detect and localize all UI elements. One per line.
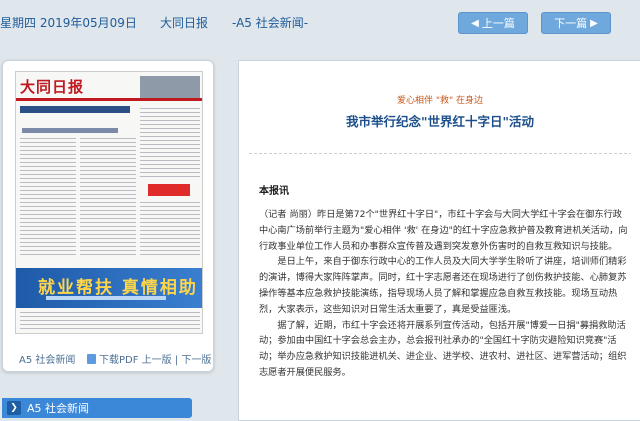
paper-name[interactable]: 大同日报: [160, 14, 208, 31]
article-body: （记者 尚丽）昨日是第72个"世界红十字日"，市红十字会与大同大学红十字会在御东…: [259, 207, 629, 381]
thumbnail-red-rule: [16, 98, 202, 101]
sidebar-item-label: A5 社会新闻: [27, 402, 90, 415]
next-article-button[interactable]: 下一篇 ▶: [541, 12, 611, 34]
next-article-label: 下一篇: [554, 17, 588, 30]
pdf-actions: 下载PDF 上一版 | 下一版: [87, 351, 211, 366]
thumbnail-subhead-bar: [22, 128, 118, 133]
article-paragraph: 是日上午，来自于御东行政中心的工作人员及大同大学学生聆听了讲座，培训师们精彩的演…: [259, 256, 627, 315]
thumbnail-text-column: [140, 108, 200, 178]
thumbnail-footer: A5 社会新闻 下载PDF 上一版 | 下一版: [3, 347, 215, 367]
prev-article-label: 上一篇: [481, 17, 515, 30]
thumbnail-text-column: [20, 312, 200, 332]
article-kicker: 爱心相伴 "救" 在身边: [396, 96, 483, 106]
arrow-left-icon: ◀: [471, 17, 479, 29]
prev-article-button[interactable]: ◀ 上一篇: [458, 12, 528, 34]
article-panel: 爱心相伴 "救" 在身边 我市举行纪念"世界红十字日"活动 本报讯 （记者 尚丽…: [238, 60, 640, 421]
thumbnail-text-column: [80, 138, 136, 258]
thumbnail-banner-subtitle: [46, 296, 166, 300]
page-section: -A5 社会新闻-: [232, 16, 309, 30]
thumbnail-text-column: [20, 138, 76, 258]
thumbnail-text-column: [140, 202, 200, 258]
prev-page-link[interactable]: 上一版: [142, 355, 172, 366]
issue-date: 星期四 2019年05月09日: [0, 16, 137, 30]
article-paragraph: （记者 尚丽）昨日是第72个"世界红十字日"，市红十字会与大同大学红十字会在御东…: [259, 209, 628, 252]
link-separator: |: [174, 355, 179, 366]
thumbnail-headline-bar: [20, 106, 130, 113]
thumbnail-banner-title: 就业帮扶 真情相助: [38, 278, 198, 298]
thumbnail-red-box: [148, 184, 190, 196]
arrow-right-icon: ▶: [590, 17, 598, 29]
title-separator: [249, 153, 631, 154]
page-thumbnail-card: 大同日报 就业帮扶 真情相助 A5 社会新闻 下载PDF 上一版 | 下一版: [2, 60, 214, 372]
top-bar: 星期四 2019年05月09日 大同日报 -A5 社会新闻- ◀ 上一篇 下一篇…: [0, 0, 640, 48]
thumbnail-masthead: 大同日报: [20, 78, 85, 96]
sidebar-item-section-a5[interactable]: ❯ A5 社会新闻: [2, 398, 192, 418]
article-title: 我市举行纪念"世界红十字日"活动: [345, 114, 535, 129]
chevron-right-icon: ❯: [7, 401, 21, 415]
article-paragraph: 据了解，近期，市红十字会还将开展系列宣传活动，包括开展"博爱一日捐"募捐救助活动…: [259, 319, 627, 378]
page-thumbnail[interactable]: 大同日报 就业帮扶 真情相助: [15, 71, 203, 334]
download-pdf-link[interactable]: 下载PDF: [99, 355, 138, 366]
thumbnail-photo: [140, 76, 200, 98]
next-page-link[interactable]: 下一版: [181, 355, 211, 366]
thumbnail-banner: 就业帮扶 真情相助: [16, 268, 202, 308]
article-byline: 本报讯: [259, 186, 289, 197]
pdf-icon: [87, 354, 96, 364]
thumbnail-section-link[interactable]: A5 社会新闻: [19, 351, 75, 366]
